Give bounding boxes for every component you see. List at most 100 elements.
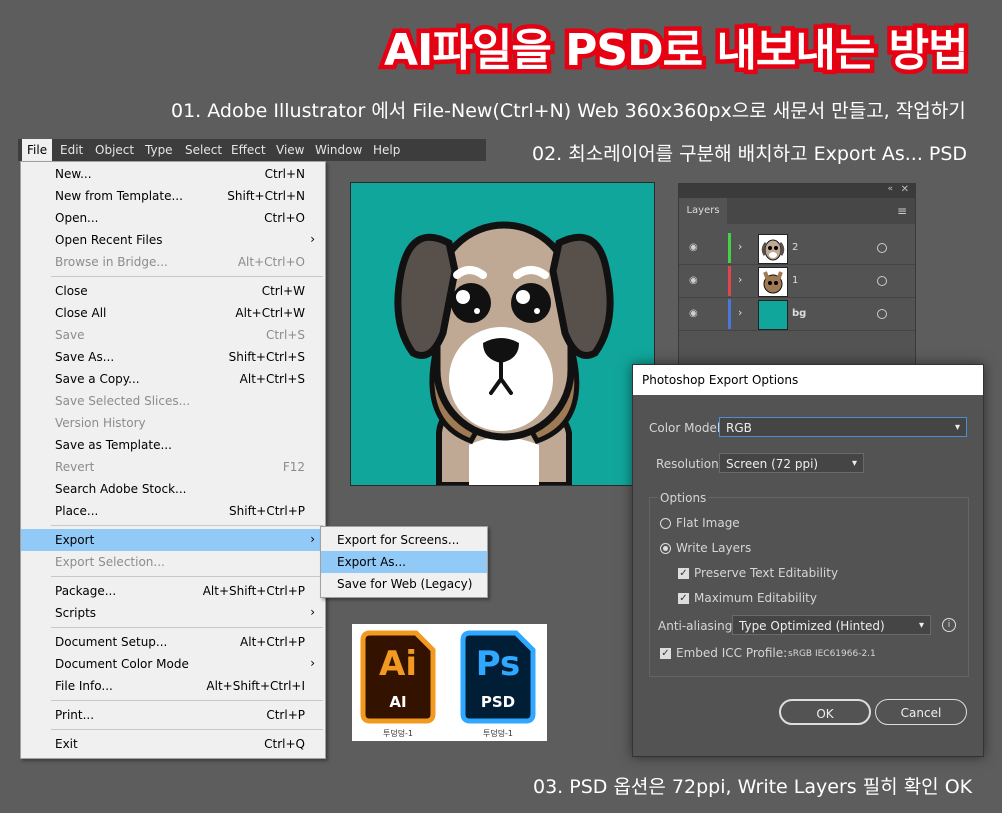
menu-file[interactable]: File [22, 139, 53, 161]
chevron-right-icon[interactable]: › [738, 273, 742, 286]
write-layers-radio[interactable] [660, 543, 671, 554]
menu-select[interactable]: Select [180, 139, 227, 161]
target-circle-icon[interactable] [877, 276, 887, 286]
menu-separator [51, 276, 323, 277]
antialias-select[interactable]: Type Optimized (Hinted) ▾ [732, 615, 931, 635]
color-model-select[interactable]: RGB ▾ [719, 417, 967, 437]
submenu-export-for-screens[interactable]: Export for Screens... [321, 529, 487, 551]
menu-object[interactable]: Object [90, 139, 139, 161]
menu-item-save-template[interactable]: Save as Template... [21, 434, 325, 456]
menu-help[interactable]: Help [368, 139, 405, 161]
flat-image-radio[interactable] [660, 518, 671, 529]
menu-effect[interactable]: Effect [226, 139, 271, 161]
illustrator-logo: Ai AI [360, 630, 436, 724]
menu-type[interactable]: Type [140, 139, 178, 161]
write-layers-label: Write Layers [676, 541, 752, 555]
chevron-right-icon: › [310, 232, 315, 246]
artboard [350, 182, 655, 488]
layer-thumbnail [758, 267, 788, 297]
panel-tabrow: Layers ≡ [679, 198, 915, 224]
menu-item-open-recent[interactable]: Open Recent Files › [21, 229, 325, 251]
photoshop-logo: Ps PSD [460, 630, 536, 724]
eye-icon[interactable]: ◉ [689, 275, 698, 286]
menu-item-place[interactable]: Place... Shift+Ctrl+P [21, 500, 325, 522]
menu-item-new-from-template[interactable]: New from Template... Shift+Ctrl+N [21, 185, 325, 207]
menu-separator [51, 627, 323, 628]
resolution-select[interactable]: Screen (72 ppi) ▾ [719, 453, 864, 473]
menubar: File Edit Object Type Select Effect View… [18, 139, 486, 161]
photoshop-export-dialog: Photoshop Export Options Color Model: RG… [632, 364, 984, 757]
layer-color-bar [728, 299, 731, 329]
resolution-label: Resolution: [656, 457, 723, 471]
tab-layers[interactable]: Layers [679, 198, 727, 224]
export-submenu: Export for Screens... Export As... Save … [320, 526, 488, 598]
title-text: AI파일을 PSD로 내보내는 방법 [384, 25, 969, 76]
target-circle-icon[interactable] [877, 243, 887, 253]
menu-item-browse-bridge[interactable]: Browse in Bridge... Alt+Ctrl+O [21, 251, 325, 273]
menu-item-save-copy[interactable]: Save a Copy... Alt+Ctrl+S [21, 368, 325, 390]
color-model-label: Color Model: [649, 421, 725, 435]
chevron-right-icon[interactable]: › [738, 240, 742, 253]
menu-separator [51, 700, 323, 701]
eye-icon[interactable]: ◉ [689, 242, 698, 253]
layer-row-1[interactable]: ◉ › 1 [679, 265, 915, 298]
cancel-button[interactable]: Cancel [875, 699, 967, 725]
max-editability-label: Maximum Editability [694, 591, 817, 605]
menu-item-version-history[interactable]: Version History [21, 412, 325, 434]
info-icon[interactable]: i [942, 618, 956, 632]
layers-panel: « ✕ Layers ≡ ◉ › 2 ◉ › 1 ◉ › bg [678, 183, 916, 370]
app-logos: Ai AI 투덩덩-1 Ps PSD 투덩덩-1 [352, 624, 547, 741]
submenu-save-for-web[interactable]: Save for Web (Legacy) [321, 573, 487, 595]
layer-thumbnail [758, 300, 788, 330]
menu-item-search-stock[interactable]: Search Adobe Stock... [21, 478, 325, 500]
dog-illustration [394, 221, 614, 488]
chevron-right-icon[interactable]: › [738, 306, 742, 319]
layer-color-bar [728, 233, 731, 263]
menu-item-save[interactable]: Save Ctrl+S [21, 324, 325, 346]
menu-item-save-as[interactable]: Save As... Shift+Ctrl+S [21, 346, 325, 368]
layer-row-bg[interactable]: ◉ › bg [679, 298, 915, 331]
menu-item-close-all[interactable]: Close All Alt+Ctrl+W [21, 302, 325, 324]
panel-menu-icon[interactable]: ≡ [897, 204, 907, 218]
flat-image-label: Flat Image [676, 516, 740, 530]
page-title: AI파일을 PSD로 내보내는 방법 AI파일을 PSD로 내보내는 방법 [380, 14, 984, 81]
menu-separator [51, 729, 323, 730]
menu-item-export-selection[interactable]: Export Selection... [21, 551, 325, 573]
preserve-text-label: Preserve Text Editability [694, 566, 839, 580]
menu-item-revert[interactable]: Revert F12 [21, 456, 325, 478]
menu-item-document-setup[interactable]: Document Setup... Alt+Ctrl+P [21, 631, 325, 653]
collapse-icon[interactable]: « [887, 184, 893, 194]
eye-icon[interactable]: ◉ [689, 308, 698, 319]
menu-window[interactable]: Window [310, 139, 367, 161]
menu-item-close[interactable]: Close Ctrl+W [21, 280, 325, 302]
layer-row-2[interactable]: ◉ › 2 [679, 232, 915, 265]
embed-icc-checkbox[interactable]: ✓ [660, 648, 671, 659]
menu-item-file-info[interactable]: File Info... Alt+Shift+Ctrl+I [21, 675, 325, 697]
menu-item-open[interactable]: Open... Ctrl+O [21, 207, 325, 229]
options-label: Options [658, 491, 709, 505]
ok-button[interactable]: OK [779, 699, 871, 725]
menu-view[interactable]: View [271, 139, 309, 161]
step-3-text: 03. PSD 옵션은 72ppi, Write Layers 필히 확인 OK [533, 776, 973, 798]
menu-item-save-slices[interactable]: Save Selected Slices... [21, 390, 325, 412]
menu-item-print[interactable]: Print... Ctrl+P [21, 704, 325, 726]
panel-topbar: « ✕ [679, 184, 915, 198]
preserve-text-checkbox[interactable]: ✓ [678, 568, 689, 579]
submenu-export-as[interactable]: Export As... [321, 551, 487, 573]
menu-item-document-color-mode[interactable]: Document Color Mode › [21, 653, 325, 675]
icc-value: sRGB IEC61966-2.1 [788, 649, 876, 659]
chevron-down-icon: ▾ [851, 458, 857, 469]
menu-item-exit[interactable]: Exit Ctrl+Q [21, 733, 325, 755]
menu-item-package[interactable]: Package... Alt+Shift+Ctrl+P [21, 580, 325, 602]
menu-separator [51, 576, 323, 577]
menu-edit[interactable]: Edit [55, 139, 88, 161]
ai-caption: 투덩덩-1 [382, 729, 414, 738]
max-editability-checkbox[interactable]: ✓ [678, 593, 689, 604]
menu-item-new[interactable]: New... Ctrl+N [21, 163, 325, 185]
menu-item-scripts[interactable]: Scripts › [21, 602, 325, 624]
close-icon[interactable]: ✕ [901, 184, 909, 195]
target-circle-icon[interactable] [877, 309, 887, 319]
menu-separator [51, 525, 323, 526]
chevron-down-icon: ▾ [918, 620, 924, 631]
menu-item-export[interactable]: Export › [21, 529, 325, 551]
